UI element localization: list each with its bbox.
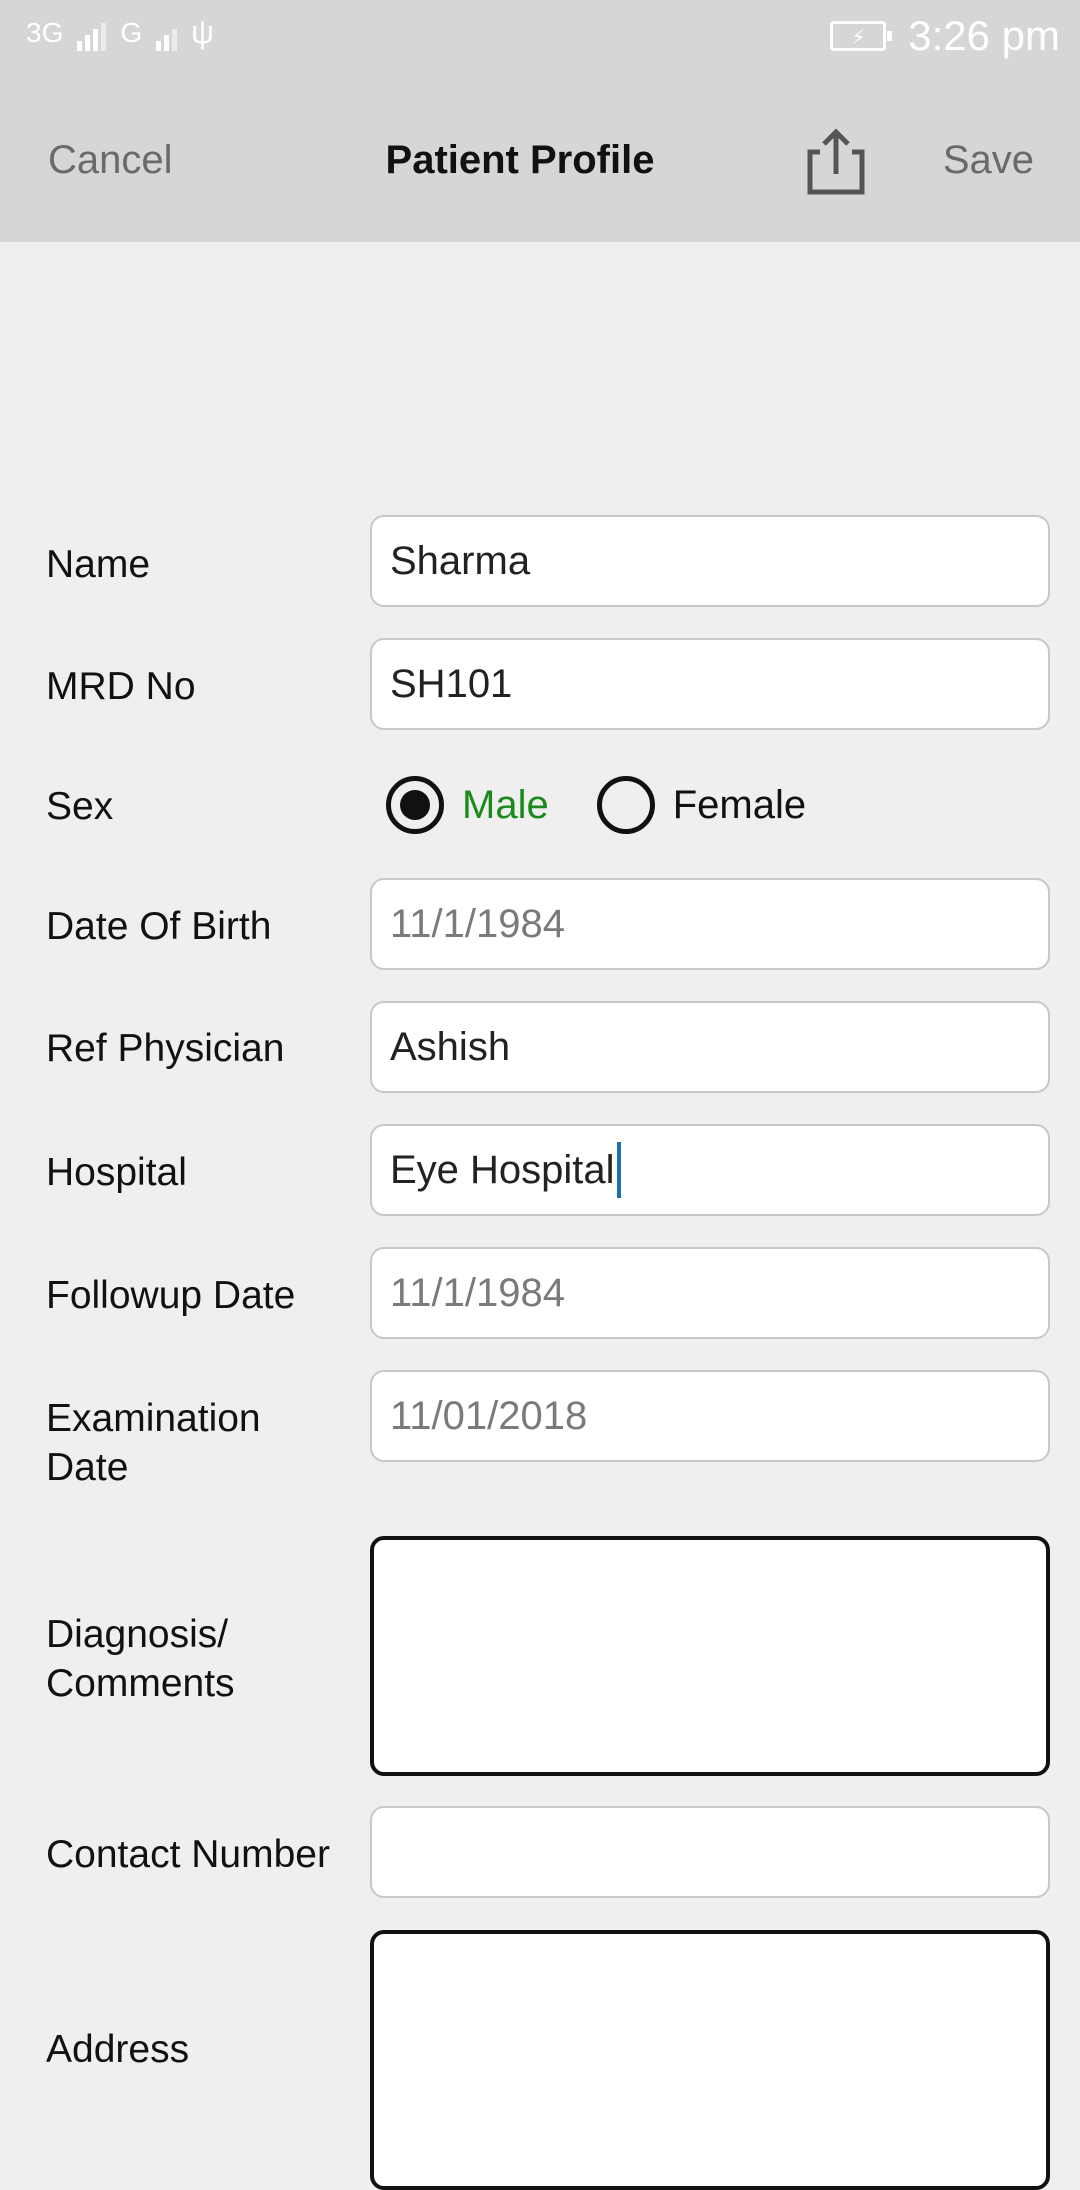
exam-date-label-line2: Date <box>46 1446 129 1489</box>
status-left: 3G G ψ <box>26 14 214 51</box>
battery-icon: ⚡ <box>830 21 893 51</box>
network-g-label: G <box>120 16 143 48</box>
dob-field[interactable]: 11/1/1984 <box>370 878 1050 970</box>
usb-icon: ψ <box>191 14 214 50</box>
followup-label: Followup Date <box>46 1274 296 1317</box>
exam-date-label: Examination Date <box>46 1394 261 1492</box>
status-bar: 3G G ψ ⚡ 3:26 pm <box>0 0 1080 78</box>
ref-physician-label: Ref Physician <box>46 1027 285 1070</box>
diagnosis-label-line1: Diagnosis/ <box>46 1613 229 1656</box>
hospital-field[interactable]: Eye Hospital <box>370 1124 1050 1216</box>
ref-physician-field[interactable]: Ashish <box>370 1001 1050 1093</box>
hospital-label: Hospital <box>46 1151 187 1194</box>
sex-radio-group: Male Female <box>386 776 806 834</box>
status-right: ⚡ 3:26 pm <box>830 12 1060 60</box>
contact-label: Contact Number <box>46 1833 330 1876</box>
network-3g-label: 3G <box>26 16 64 48</box>
name-label: Name <box>46 543 151 586</box>
text-cursor <box>616 1142 621 1198</box>
signal-icon <box>77 15 107 51</box>
exam-date-field[interactable]: 11/01/2018 <box>370 1370 1050 1462</box>
hospital-value: Eye Hospital <box>390 1147 615 1192</box>
female-label[interactable]: Female <box>673 783 806 828</box>
sex-label: Sex <box>46 785 114 828</box>
toolbar: Cancel Patient Profile Save <box>0 78 1080 242</box>
address-textarea[interactable] <box>370 1930 1050 2190</box>
name-field[interactable]: Sharma <box>370 515 1050 607</box>
share-icon[interactable] <box>800 126 872 198</box>
mrd-field[interactable]: SH101 <box>370 638 1050 730</box>
contact-field[interactable] <box>370 1806 1050 1898</box>
save-button[interactable]: Save <box>943 78 1034 242</box>
male-label[interactable]: Male <box>462 783 549 828</box>
clock: 3:26 pm <box>908 12 1060 59</box>
signal-icon-2 <box>156 15 178 51</box>
diagnosis-textarea[interactable] <box>370 1536 1050 1776</box>
diagnosis-label: Diagnosis/ Comments <box>46 1610 235 1708</box>
male-radio[interactable] <box>386 776 444 834</box>
followup-field[interactable]: 11/1/1984 <box>370 1247 1050 1339</box>
dob-label: Date Of Birth <box>46 905 272 948</box>
diagnosis-label-line2: Comments <box>46 1662 235 1705</box>
female-radio[interactable] <box>596 776 655 834</box>
page-title: Patient Profile <box>385 137 655 182</box>
address-label: Address <box>46 2028 190 2071</box>
exam-date-label-line1: Examination <box>46 1397 261 1440</box>
mrd-label: MRD No <box>46 665 196 708</box>
